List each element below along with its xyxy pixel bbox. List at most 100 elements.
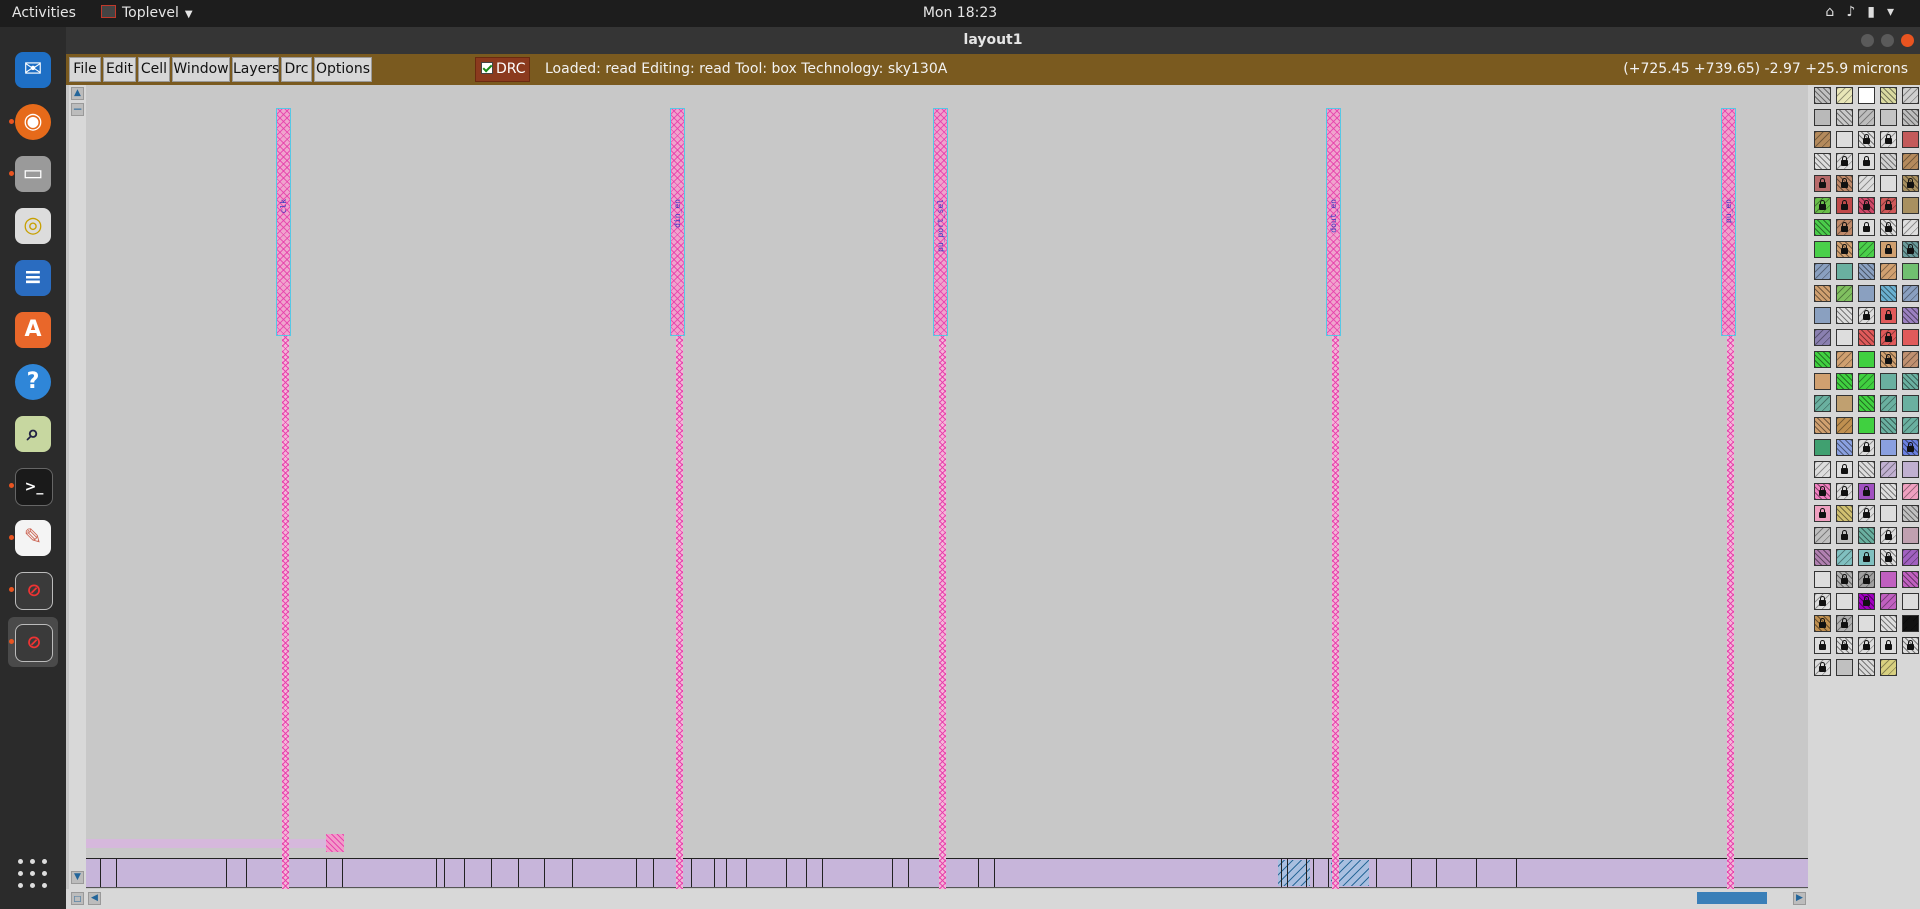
layer-swatch[interactable]	[1836, 373, 1853, 390]
layer-swatch[interactable]	[1880, 109, 1897, 126]
close-button[interactable]	[1901, 34, 1914, 47]
layer-swatch[interactable]	[1814, 637, 1831, 654]
layer-swatch[interactable]	[1814, 263, 1831, 280]
layer-swatch[interactable]	[1814, 351, 1831, 368]
layer-swatch[interactable]	[1836, 571, 1853, 588]
layer-swatch[interactable]	[1836, 109, 1853, 126]
layer-swatch[interactable]	[1814, 329, 1831, 346]
layer-swatch[interactable]	[1836, 219, 1853, 236]
layer-swatch[interactable]	[1836, 153, 1853, 170]
dock-software[interactable]: A	[8, 305, 58, 355]
layer-swatch[interactable]	[1814, 395, 1831, 412]
scroll-left-icon[interactable]: ◀	[88, 892, 101, 905]
layer-swatch[interactable]	[1902, 527, 1919, 544]
layer-swatch[interactable]	[1880, 87, 1897, 104]
layer-swatch[interactable]	[1858, 483, 1875, 500]
layer-swatch[interactable]	[1880, 505, 1897, 522]
layer-swatch[interactable]	[1858, 219, 1875, 236]
menu-drc[interactable]: Drc	[281, 57, 312, 82]
layout-canvas[interactable]: clk din_en pu_port_sel dout_en pu_en	[86, 85, 1808, 889]
layer-swatch[interactable]	[1902, 307, 1919, 324]
layer-swatch[interactable]	[1880, 615, 1897, 632]
layer-swatch[interactable]	[1836, 417, 1853, 434]
layer-swatch[interactable]	[1858, 263, 1875, 280]
dock-terminal[interactable]: >_	[8, 461, 58, 511]
layer-swatch[interactable]	[1858, 461, 1875, 478]
layer-swatch[interactable]	[1836, 483, 1853, 500]
layer-swatch[interactable]	[1836, 87, 1853, 104]
system-tray[interactable]: ⌂♪▮▾	[1825, 4, 1906, 20]
layer-swatch[interactable]	[1880, 527, 1897, 544]
layer-swatch[interactable]	[1858, 637, 1875, 654]
layer-swatch[interactable]	[1902, 461, 1919, 478]
layer-swatch[interactable]	[1858, 197, 1875, 214]
layer-swatch[interactable]	[1880, 659, 1897, 676]
layer-swatch[interactable]	[1880, 417, 1897, 434]
layer-swatch[interactable]	[1880, 219, 1897, 236]
layer-swatch[interactable]	[1858, 307, 1875, 324]
layer-swatch[interactable]	[1836, 637, 1853, 654]
layer-swatch[interactable]	[1836, 263, 1853, 280]
pin-pu-en[interactable]: pu_en	[1721, 108, 1736, 336]
layer-swatch[interactable]	[1880, 483, 1897, 500]
dock-help[interactable]: ?	[8, 357, 58, 407]
layer-swatch[interactable]	[1858, 439, 1875, 456]
show-apps-icon[interactable]	[18, 859, 48, 889]
menu-cell[interactable]: Cell	[138, 57, 170, 82]
layer-swatch[interactable]	[1880, 637, 1897, 654]
layer-swatch[interactable]	[1880, 593, 1897, 610]
layer-swatch[interactable]	[1858, 241, 1875, 258]
layer-swatch[interactable]	[1880, 241, 1897, 258]
layer-swatch[interactable]	[1902, 615, 1919, 632]
dock-rhythmbox[interactable]: ◎	[8, 201, 58, 251]
layer-swatch[interactable]	[1814, 527, 1831, 544]
layer-swatch[interactable]	[1880, 439, 1897, 456]
layer-swatch[interactable]	[1880, 197, 1897, 214]
dock-writer[interactable]: ≡	[8, 253, 58, 303]
dock-window-2[interactable]: ⊘	[8, 617, 58, 667]
layer-swatch[interactable]	[1902, 483, 1919, 500]
layer-swatch[interactable]	[1880, 549, 1897, 566]
menu-options[interactable]: Options	[314, 57, 372, 82]
layer-swatch[interactable]	[1902, 439, 1919, 456]
layer-swatch[interactable]	[1902, 593, 1919, 610]
layer-swatch[interactable]	[1902, 109, 1919, 126]
layer-swatch[interactable]	[1880, 571, 1897, 588]
layer-swatch[interactable]	[1836, 307, 1853, 324]
layer-swatch[interactable]	[1814, 417, 1831, 434]
layer-swatch[interactable]	[1814, 285, 1831, 302]
minimize-button[interactable]	[1861, 34, 1874, 47]
layer-swatch[interactable]	[1902, 131, 1919, 148]
pin-pu-port-sel[interactable]: pu_port_sel	[933, 108, 948, 336]
menu-layers[interactable]: Layers	[232, 57, 279, 82]
layer-swatch[interactable]	[1858, 131, 1875, 148]
layer-swatch[interactable]	[1814, 197, 1831, 214]
layer-swatch[interactable]	[1880, 461, 1897, 478]
layer-swatch[interactable]	[1858, 527, 1875, 544]
drc-checkbox[interactable]	[481, 62, 493, 74]
layer-swatch[interactable]	[1814, 131, 1831, 148]
layer-swatch[interactable]	[1858, 615, 1875, 632]
layer-swatch[interactable]	[1858, 395, 1875, 412]
layer-swatch[interactable]	[1836, 659, 1853, 676]
layer-swatch[interactable]	[1814, 307, 1831, 324]
layer-swatch[interactable]	[1836, 329, 1853, 346]
layer-swatch[interactable]	[1858, 373, 1875, 390]
layer-swatch[interactable]	[1814, 461, 1831, 478]
layer-swatch[interactable]	[1858, 109, 1875, 126]
layer-swatch[interactable]	[1902, 263, 1919, 280]
layer-swatch[interactable]	[1858, 505, 1875, 522]
pin-dout-en[interactable]: dout_en	[1326, 108, 1341, 336]
layer-swatch[interactable]	[1902, 351, 1919, 368]
dock-thunderbird[interactable]: ✉	[8, 45, 58, 95]
layer-swatch[interactable]	[1902, 153, 1919, 170]
pin-din-en[interactable]: din_en	[670, 108, 685, 336]
layer-swatch[interactable]	[1836, 175, 1853, 192]
layer-swatch[interactable]	[1880, 285, 1897, 302]
layer-swatch[interactable]	[1814, 549, 1831, 566]
layer-swatch[interactable]	[1880, 263, 1897, 280]
layer-swatch[interactable]	[1836, 197, 1853, 214]
layer-swatch[interactable]	[1836, 131, 1853, 148]
zoom-out-icon[interactable]: −	[71, 103, 84, 116]
dock-magic[interactable]: ⌕	[8, 409, 58, 459]
